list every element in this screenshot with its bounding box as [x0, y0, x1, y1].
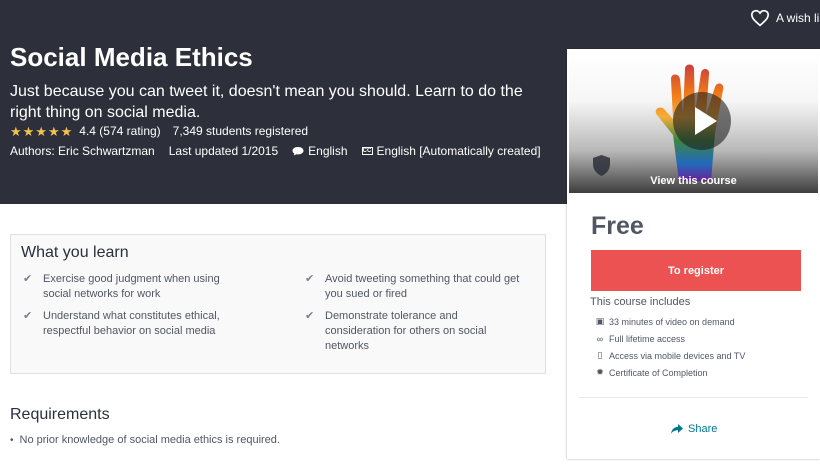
check-icon: ✔: [23, 273, 33, 285]
check-icon: ✔: [305, 310, 315, 322]
play-icon: [695, 107, 717, 135]
mobile-icon: ▯: [597, 350, 603, 360]
learn-item: ✔ Avoid tweeting something that could ge…: [305, 272, 535, 302]
purchase-card: View this course Free To register This c…: [567, 49, 820, 459]
learn-item-text: Understand what constitutes ethical, res…: [43, 310, 220, 337]
captions: CC English [Automatically created]: [361, 144, 541, 158]
divider: [579, 397, 808, 398]
infinity-icon: ∞: [596, 333, 604, 344]
requirement-text: No prior knowledge of social media ethic…: [19, 434, 280, 446]
what-you-learn-box: What you learn ✔ Exercise good judgment …: [10, 234, 546, 374]
wishlist-label: A wish lis: [776, 11, 820, 25]
check-icon: ✔: [23, 310, 33, 322]
heart-icon: [750, 9, 770, 27]
video-icon: ▣: [595, 316, 605, 326]
speech-bubble-icon: [292, 147, 304, 156]
what-you-learn-title: What you learn: [21, 244, 129, 261]
students-count: 7,349 students registered: [172, 124, 309, 138]
closed-captions-icon: CC: [361, 147, 373, 155]
share-button[interactable]: Share: [671, 423, 717, 435]
learn-item: ✔ Exercise good judgment when using soci…: [23, 272, 233, 302]
check-icon: ✔: [305, 273, 315, 285]
play-button[interactable]: [673, 92, 731, 150]
share-icon: [671, 424, 683, 434]
include-item: ∞ Full lifetime access: [593, 330, 745, 347]
includes-list: ▣ 33 minutes of video on demand ∞ Full l…: [593, 313, 746, 381]
includes-title: This course includes: [590, 296, 691, 308]
bullet-icon: •: [10, 434, 14, 446]
star-half-icon: ★: [60, 123, 73, 139]
course-preview-video[interactable]: View this course: [569, 51, 818, 193]
certificate-icon: ✹: [596, 367, 604, 377]
requirements-title: Requirements: [10, 406, 110, 423]
learn-item-text: Exercise good judgment when using social…: [43, 273, 220, 300]
authors-link[interactable]: Authors: Eric Schwartzman: [10, 144, 155, 158]
rating-row: ★ ★ ★ ★ ★ 4.4 (574 rating) 7,349 student…: [10, 124, 308, 138]
rating-text: 4.4 (574 rating): [79, 124, 161, 138]
language-label: English: [308, 144, 348, 158]
include-item: ▣ 33 minutes of video on demand: [593, 313, 745, 330]
requirement-item: • No prior knowledge of social media eth…: [10, 434, 280, 446]
view-course-label[interactable]: View this course: [569, 175, 818, 187]
course-subtitle: Just because you can tweet it, doesn't m…: [10, 83, 523, 121]
include-item-text: Full lifetime access: [609, 333, 686, 344]
include-item-text: Access via mobile devices and TV: [609, 350, 746, 361]
star-icon: ★: [47, 123, 60, 139]
include-item: ✹ Certificate of Completion: [593, 364, 745, 381]
star-icon: ★: [22, 123, 35, 139]
star-icon: ★: [35, 123, 47, 139]
wishlist-button[interactable]: A wish lis: [750, 9, 820, 27]
shield-icon: [593, 155, 610, 176]
rating-stars: ★ ★ ★ ★ ★: [10, 125, 72, 138]
course-price: Free: [591, 212, 644, 240]
include-item-text: 33 minutes of video on demand: [609, 316, 735, 327]
learn-item-text: Demonstrate tolerance and consideration …: [325, 310, 487, 352]
include-item: ▯ Access via mobile devices and TV: [593, 347, 746, 364]
last-updated: Last updated 1/2015: [168, 144, 279, 158]
learn-item-text: Avoid tweeting something that could get …: [325, 273, 520, 300]
include-item-text: Certificate of Completion: [609, 367, 708, 378]
learn-item: ✔ Demonstrate tolerance and consideratio…: [305, 309, 510, 354]
course-meta: Authors: Eric Schwartzman Last updated 1…: [10, 144, 555, 158]
share-label: Share: [688, 423, 718, 435]
captions-label: English [Automatically created]: [376, 144, 541, 158]
language: English: [292, 144, 348, 158]
course-title: Social Media Ethics: [10, 42, 253, 72]
learn-item: ✔ Understand what constitutes ethical, r…: [23, 309, 233, 339]
register-button[interactable]: To register: [591, 250, 801, 291]
star-icon: ★: [10, 123, 22, 139]
